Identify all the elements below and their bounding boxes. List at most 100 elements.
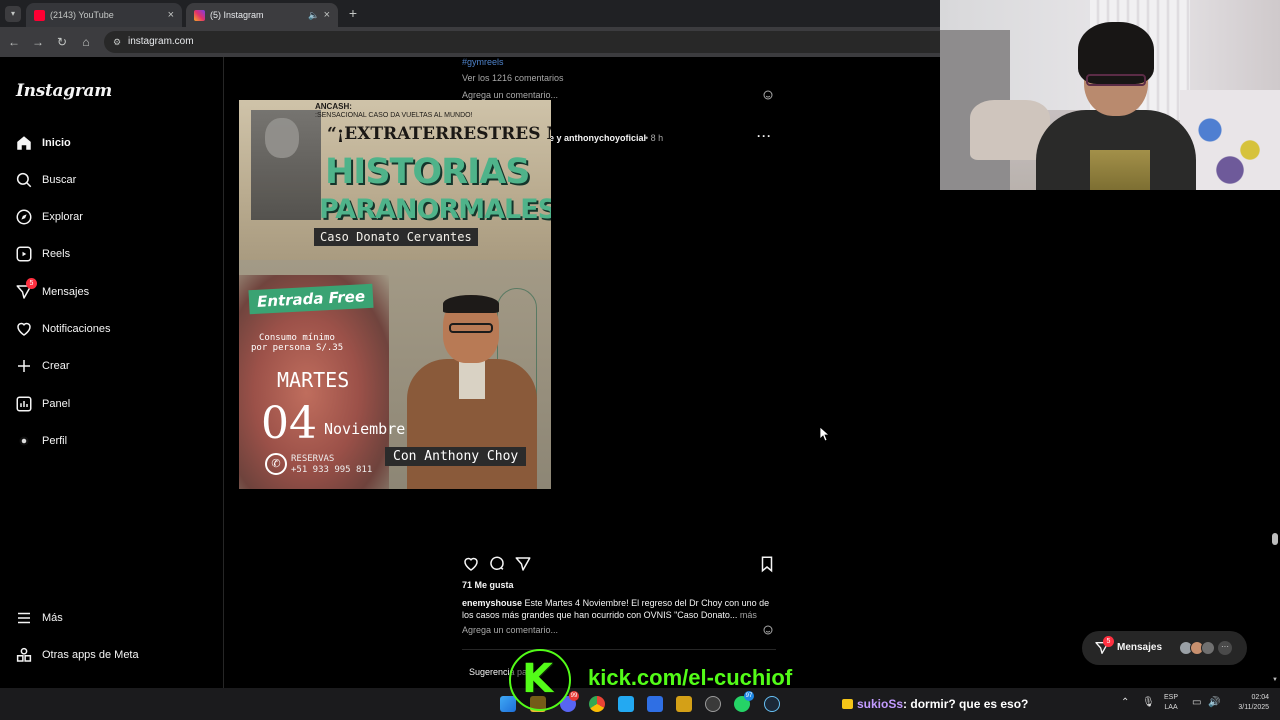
speaker-icon[interactable]: 🔈 — [308, 10, 319, 21]
poster-phone: +51 933 995 811 — [291, 465, 373, 475]
microphone-icon[interactable]: 🎙 — [1142, 697, 1155, 708]
streamer-shirt-print — [1090, 150, 1150, 190]
messages-pill-label: Mensajes — [1117, 642, 1163, 653]
more-options-icon[interactable]: ··· — [757, 129, 772, 143]
sidebar-item-label: Notificaciones — [42, 323, 111, 335]
emoji-icon[interactable] — [762, 624, 774, 636]
reload-icon[interactable]: ↻ — [54, 34, 70, 50]
tab-title: (2143) YouTube — [50, 10, 114, 20]
back-icon[interactable]: ← — [6, 34, 22, 50]
site-info-icon[interactable]: ⚙ — [110, 35, 124, 49]
language-code: ESP — [1164, 694, 1179, 701]
streamer-glasses — [1086, 74, 1146, 86]
app-icon[interactable] — [647, 696, 663, 712]
search-icon — [16, 172, 32, 188]
tab-title: (5) Instagram — [210, 10, 264, 20]
reels-icon — [16, 246, 32, 262]
notification-badge: 5 — [26, 278, 37, 289]
sidebar-item-perfil[interactable]: Perfil — [0, 427, 223, 457]
poster-headline: “¡EXTRATERRESTRES ME CURARON EL BRAZO — [327, 124, 551, 144]
comment-input[interactable]: Agrega un comentario... — [462, 90, 558, 100]
host-glasses — [449, 323, 493, 333]
comment-input-row[interactable]: Agrega un comentario... — [462, 624, 774, 638]
language-layout: LAA — [1164, 704, 1178, 711]
steam-icon[interactable] — [764, 696, 780, 712]
post-image[interactable]: ANCASH: :SENSACIONAL CASO DA VUELTAS AL … — [239, 100, 551, 489]
avatar — [1201, 641, 1215, 655]
bookmark-icon[interactable] — [758, 555, 776, 573]
likes-count[interactable]: 71 Me gusta — [462, 580, 514, 590]
sidebar-item-panel[interactable]: Panel — [0, 390, 223, 420]
volume-icon[interactable]: 🔊 — [1208, 697, 1220, 708]
sidebar-item-buscar[interactable]: Buscar — [0, 166, 223, 196]
poster-day: 04 — [261, 398, 317, 449]
clock-time: 02:04 — [1251, 694, 1269, 701]
system-clock[interactable]: 02:04 3/11/2025 — [1227, 693, 1269, 713]
whatsapp-badge: 97 — [744, 691, 754, 701]
profile-icon — [19, 436, 29, 446]
hashtag-link[interactable]: #gymreels — [462, 57, 504, 67]
like-heart-icon[interactable] — [462, 555, 480, 573]
post-time: • 8 h — [645, 133, 664, 143]
sidebar-item-mas[interactable]: Más — [0, 604, 223, 634]
webcam-overlay — [940, 0, 1280, 190]
chrome-icon[interactable] — [589, 696, 605, 712]
photo-face — [265, 118, 299, 158]
home-icon — [17, 136, 31, 150]
sidebar-item-crear[interactable]: Crear — [0, 352, 223, 382]
heart-icon — [17, 322, 31, 336]
app-icon[interactable] — [676, 696, 692, 712]
view-comments-link[interactable]: Ver los 1216 comentarios — [462, 73, 564, 83]
poster-consumo-line2: por persona S/.35 — [251, 343, 344, 353]
clock-date: 3/11/2025 — [1238, 704, 1269, 711]
share-icon[interactable] — [514, 555, 532, 573]
tray-chevron-icon[interactable]: ⌃ — [1121, 697, 1129, 708]
emoji-icon[interactable] — [762, 89, 774, 101]
input-language[interactable]: ESP LAA — [1164, 693, 1178, 713]
comment-icon[interactable] — [488, 555, 506, 573]
sidebar-item-label: Otras apps de Meta — [42, 649, 139, 661]
poster-consumo-line1: Consumo mínimo — [259, 333, 335, 343]
sidebar-item-explorar[interactable]: Explorar — [0, 203, 223, 233]
poster-host: Con Anthony Choy — [385, 447, 527, 466]
display-icon[interactable]: ▭ — [1192, 697, 1201, 708]
instagram-logo[interactable]: Instagram — [16, 81, 112, 101]
windows-start-icon[interactable] — [500, 696, 516, 712]
notification-badge: 5 — [1103, 636, 1114, 647]
close-tab-icon[interactable]: × — [168, 9, 174, 21]
poster-case-name: Caso Donato Cervantes — [314, 228, 478, 246]
vscode-icon[interactable] — [618, 696, 634, 712]
kick-channel-url: kick.com/el-cuchiof — [588, 665, 793, 690]
forward-icon[interactable]: → — [30, 34, 46, 50]
mouse-cursor-icon — [820, 427, 830, 441]
sidebar-item-inicio[interactable]: Inicio — [0, 129, 223, 159]
sidebar-item-notificaciones[interactable]: Notificaciones — [0, 315, 223, 345]
new-tab-button[interactable]: + — [345, 5, 361, 21]
sidebar-item-label: Crear — [42, 360, 70, 372]
scroll-down-icon[interactable]: ▼ — [1271, 677, 1279, 683]
address-bar[interactable]: ⚙ instagram.com — [104, 31, 940, 53]
sidebar-item-label: Más — [42, 612, 63, 624]
scrollbar-thumb[interactable] — [1272, 533, 1278, 545]
tab-search-button[interactable]: ▾ — [5, 6, 21, 22]
tab-instagram[interactable]: (5) Instagram 🔈 × — [186, 3, 338, 27]
newspaper-photo — [251, 110, 321, 220]
instagram-sidebar: Instagram Inicio Buscar Explorar Reels 5… — [0, 57, 224, 688]
sidebar-item-reels[interactable]: Reels — [0, 240, 223, 270]
poster-title-line2: PARANORMALES — [319, 194, 551, 225]
post-actions — [462, 555, 776, 573]
url-text[interactable]: instagram.com — [128, 36, 194, 47]
close-tab-icon[interactable]: × — [324, 9, 330, 21]
phone-icon: ✆ — [265, 453, 287, 475]
home-button-icon[interactable]: ⌂ — [78, 34, 94, 50]
sidebar-item-otras-apps[interactable]: Otras apps de Meta — [0, 641, 223, 671]
dashboard-icon — [16, 396, 32, 412]
messages-pill-button[interactable]: 5 Mensajes ··· — [1082, 631, 1247, 665]
kick-logo-letter: K — [522, 656, 553, 702]
sidebar-item-mensajes[interactable]: 5 Mensajes — [0, 278, 223, 308]
comment-input[interactable]: Agrega un comentario... — [462, 625, 558, 635]
tab-youtube[interactable]: (2143) YouTube × — [26, 3, 182, 27]
sidebar-item-label: Reels — [42, 248, 71, 260]
obs-icon[interactable] — [705, 696, 721, 712]
plus-icon — [18, 360, 30, 372]
